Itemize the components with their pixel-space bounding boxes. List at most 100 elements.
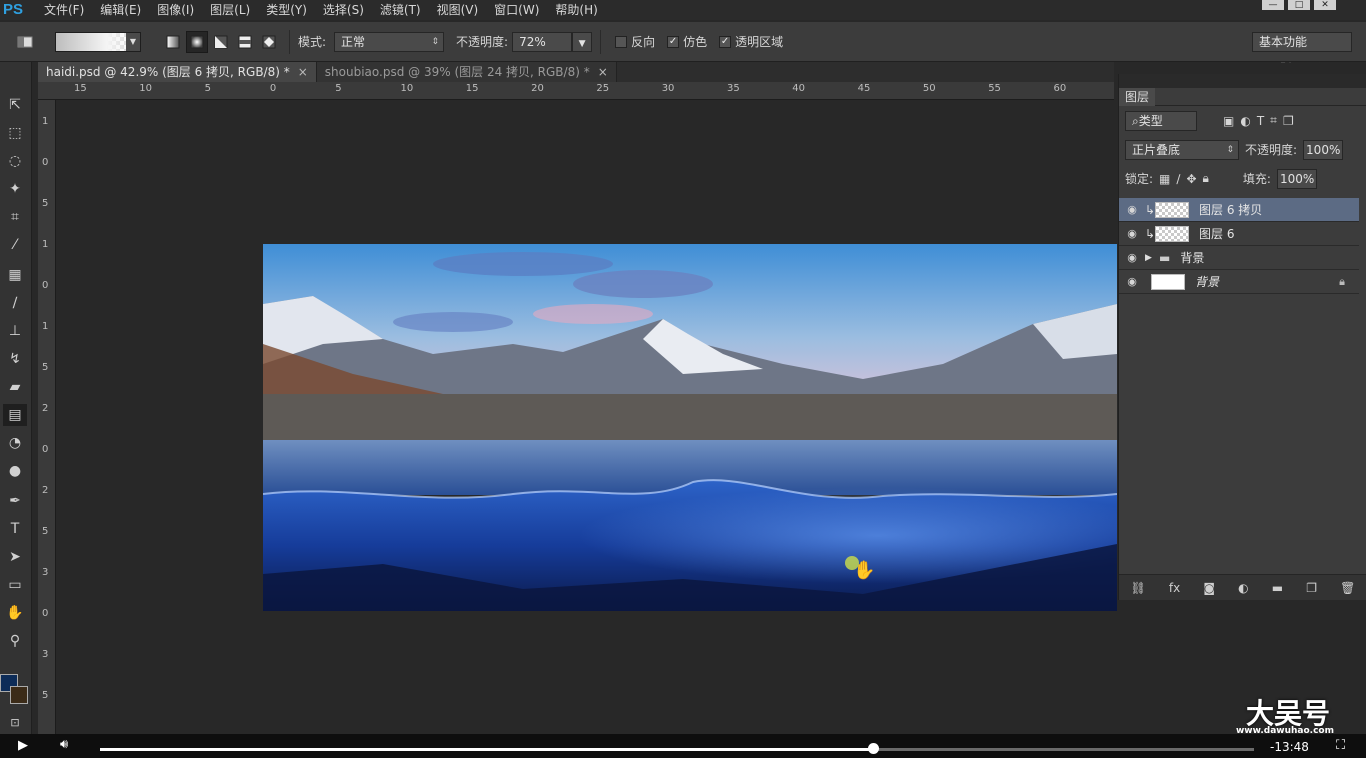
eraser-tool-icon[interactable]: ▰	[3, 376, 27, 398]
lasso-tool-icon[interactable]: ◌	[3, 150, 27, 172]
blend-mode-dropdown[interactable]: 正片叠底 ⇕	[1125, 139, 1239, 160]
trash-icon[interactable]: 🗑︎	[1340, 581, 1355, 595]
menu-help[interactable]: 帮助(H)	[547, 0, 605, 20]
mode-dropdown[interactable]: 正常 ⇕	[334, 31, 445, 52]
filter-type-dropdown[interactable]: ⌕类型	[1125, 110, 1197, 131]
ruler-h-tick: 40	[792, 83, 806, 94]
adjustment-filter-icon[interactable]: ◐	[1240, 114, 1250, 128]
new-layer-icon[interactable]: ❐	[1306, 581, 1317, 595]
brush-tool-icon[interactable]: ∕	[3, 292, 27, 314]
lock-position-icon[interactable]: ✥	[1186, 172, 1196, 186]
gradient-picker[interactable]: ▼	[55, 31, 141, 52]
layers-tab[interactable]: 图层	[1119, 88, 1366, 106]
layer-row-group[interactable]: ◉ ▶ ▬ 背景	[1119, 246, 1359, 270]
menu-window[interactable]: 窗口(W)	[486, 0, 547, 20]
clone-stamp-icon[interactable]: ⊥	[3, 320, 27, 342]
expand-arrow-icon[interactable]: ▶	[1145, 253, 1159, 263]
volume-button[interactable]: 🔊︎	[60, 737, 68, 752]
crop-tool-icon[interactable]: ⌗	[3, 206, 27, 228]
layer-row-6[interactable]: ◉ ↳ 图层 6	[1119, 222, 1359, 246]
layer-name[interactable]: 背景	[1180, 249, 1204, 266]
close-icon[interactable]: ×	[598, 62, 608, 82]
tab-shoubiao[interactable]: shoubiao.psd @ 39% (图层 24 拷贝, RGB/8) * ×	[316, 62, 617, 82]
tool-preset-icon[interactable]	[14, 31, 36, 53]
maximize-button[interactable]: □	[1288, 0, 1310, 10]
reflected-gradient-icon[interactable]	[234, 31, 256, 53]
hand-tool-icon[interactable]: ✋	[3, 602, 27, 624]
pen-tool-icon[interactable]: ✒	[3, 490, 27, 512]
path-selection-icon[interactable]: ➤	[3, 546, 27, 568]
panel-collapse-bar[interactable]	[1119, 74, 1366, 88]
zoom-tool-icon[interactable]: ⚲	[3, 630, 27, 652]
fill-input[interactable]: 100%	[1276, 168, 1317, 189]
quick-mask-icon[interactable]: ⊡	[3, 712, 27, 734]
layer-name[interactable]: 图层 6	[1199, 225, 1234, 242]
seek-handle[interactable]	[868, 743, 880, 754]
blur-tool-icon[interactable]: ◔	[3, 432, 27, 454]
lock-paint-icon[interactable]: ∕	[1176, 172, 1180, 186]
magic-wand-icon[interactable]: ✦	[3, 178, 27, 200]
ruler-h-tick: 15	[465, 83, 479, 94]
dither-checkbox[interactable]: ✓	[667, 35, 680, 48]
radial-gradient-icon[interactable]	[186, 30, 208, 53]
eyedropper-icon[interactable]: ⁄	[3, 234, 27, 256]
transparency-checkbox[interactable]: ✓	[719, 35, 732, 48]
lock-all-icon[interactable]: 🔒︎	[1203, 171, 1209, 186]
menu-image[interactable]: 图像(I)	[149, 0, 202, 20]
marquee-tool-icon[interactable]: ⬚	[3, 122, 27, 144]
menu-select[interactable]: 选择(S)	[315, 0, 372, 20]
healing-brush-icon[interactable]: ▦	[3, 264, 27, 286]
link-icon[interactable]: ⛓	[1131, 581, 1146, 595]
minimize-button[interactable]: —	[1262, 0, 1284, 10]
play-button[interactable]: ▶	[18, 738, 28, 753]
eye-icon[interactable]: ◉	[1119, 203, 1145, 216]
folder-icon[interactable]: ▬	[1272, 581, 1283, 595]
linear-gradient-icon[interactable]	[162, 31, 184, 53]
workspace-dropdown[interactable]: 基本功能	[1252, 32, 1352, 52]
tab-shoubiao-label: shoubiao.psd @ 39% (图层 24 拷贝, RGB/8) *	[324, 65, 590, 79]
layer-name[interactable]: 图层 6 拷贝	[1199, 201, 1262, 218]
menu-type[interactable]: 类型(Y)	[258, 0, 315, 20]
layer-row-background[interactable]: ◉ 背景 🔒︎	[1119, 270, 1359, 294]
shape-filter-icon[interactable]: ⌗	[1270, 113, 1277, 128]
dodge-tool-icon[interactable]: ●	[3, 460, 27, 482]
opacity-slider-toggle[interactable]: ▼	[572, 31, 593, 52]
reverse-option[interactable]: 反向	[615, 33, 655, 50]
layer-opacity-input[interactable]: 100%	[1303, 139, 1344, 160]
chevron-down-icon[interactable]: ▼	[126, 32, 140, 51]
menu-layer[interactable]: 图层(L)	[202, 0, 258, 20]
eye-icon[interactable]: ◉	[1119, 275, 1145, 288]
history-brush-icon[interactable]: ↯	[3, 348, 27, 370]
canvas-document-image[interactable]: ✋	[263, 244, 1117, 611]
move-tool-icon[interactable]: ⇱	[3, 94, 27, 116]
close-button[interactable]: ✕	[1314, 0, 1336, 10]
close-icon[interactable]: ×	[298, 62, 308, 82]
reverse-checkbox[interactable]	[615, 35, 628, 48]
menu-filter[interactable]: 滤镜(T)	[372, 0, 429, 20]
eye-icon[interactable]: ◉	[1119, 251, 1145, 264]
background-color-swatch[interactable]	[10, 686, 28, 704]
menu-view[interactable]: 视图(V)	[429, 0, 487, 20]
angle-gradient-icon[interactable]	[210, 31, 232, 53]
fx-icon[interactable]: fx	[1169, 581, 1180, 595]
fullscreen-button[interactable]: ⛶	[1336, 738, 1345, 753]
type-filter-icon[interactable]: T	[1257, 114, 1264, 128]
layer-name[interactable]: 背景	[1195, 273, 1219, 290]
gradient-tool-icon[interactable]: ▤	[3, 404, 27, 426]
image-filter-icon[interactable]: ▣	[1223, 114, 1234, 128]
dither-option[interactable]: ✓ 仿色	[667, 33, 707, 50]
opacity-input[interactable]: 72%	[512, 31, 573, 52]
tab-haidi[interactable]: haidi.psd @ 42.9% (图层 6 拷贝, RGB/8) * ×	[38, 62, 317, 82]
transparency-option[interactable]: ✓ 透明区域	[719, 33, 783, 50]
menu-edit[interactable]: 编辑(E)	[92, 0, 149, 20]
shape-tool-icon[interactable]: ▭	[3, 574, 27, 596]
type-tool-icon[interactable]: T	[3, 518, 27, 540]
mask-icon[interactable]: ◙	[1203, 581, 1215, 595]
adjustment-icon[interactable]: ◐	[1238, 581, 1248, 595]
smart-object-filter-icon[interactable]: ❐	[1283, 114, 1294, 128]
lock-transparency-icon[interactable]: ▦	[1159, 172, 1170, 186]
layer-row-copy[interactable]: ◉ ↳ 图层 6 拷贝	[1119, 198, 1359, 222]
menu-file[interactable]: 文件(F)	[36, 0, 92, 20]
diamond-gradient-icon[interactable]	[258, 31, 280, 53]
eye-icon[interactable]: ◉	[1119, 227, 1145, 240]
